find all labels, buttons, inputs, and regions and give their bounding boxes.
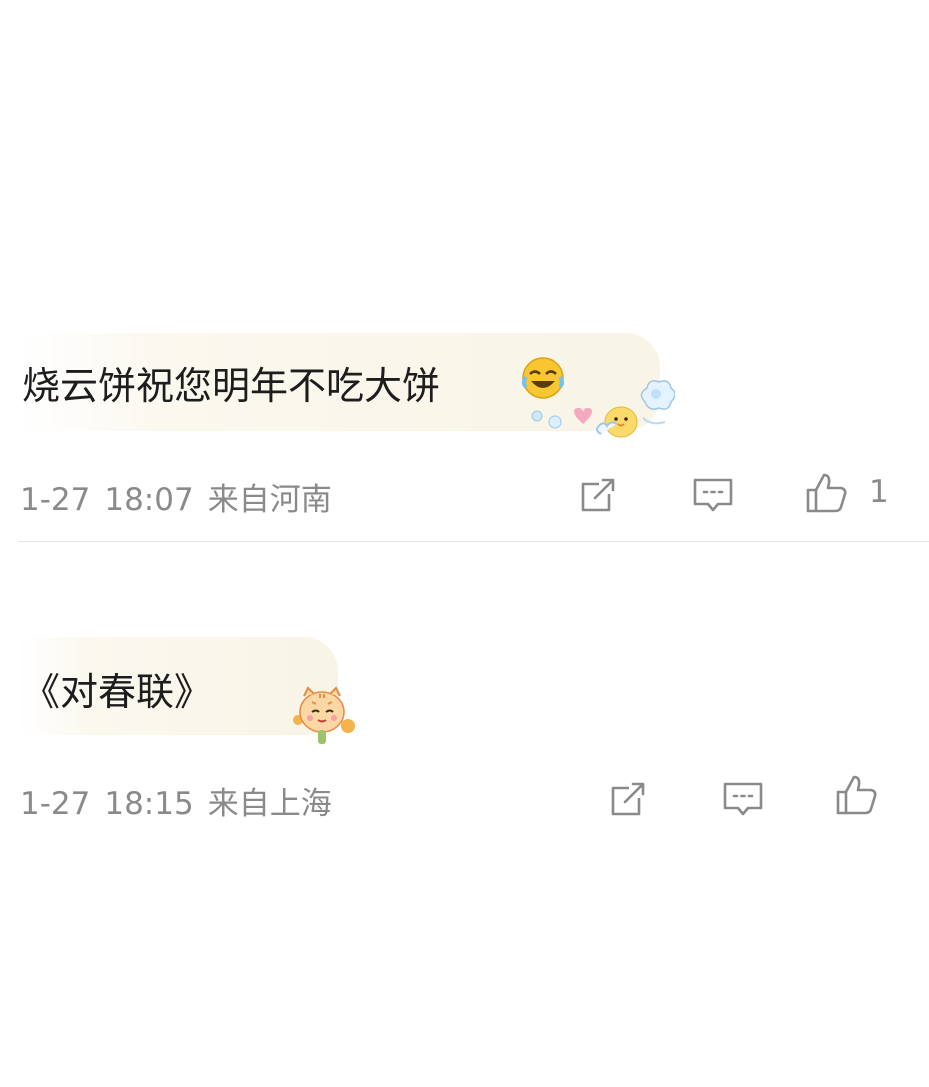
like-icon xyxy=(806,473,847,513)
comment-meta: 1-27 18:15 来自上海 xyxy=(20,778,346,823)
tiger-sticker-icon xyxy=(290,680,360,746)
comment-divider xyxy=(18,541,929,542)
comment-location: 来自上海 xyxy=(207,786,332,822)
comment-date: 1-27 xyxy=(20,482,91,518)
share-icon xyxy=(611,782,645,816)
like-button[interactable] xyxy=(803,470,849,516)
comment-text: 烧云饼祝您明年不吃大饼 xyxy=(22,364,441,408)
comment-time: 18:15 xyxy=(104,786,194,822)
share-button[interactable] xyxy=(575,472,621,518)
like-count: 1 xyxy=(869,474,889,510)
comment-icon xyxy=(693,478,733,512)
share-icon xyxy=(581,478,615,512)
comment-time: 18:07 xyxy=(104,482,194,518)
comment-location: 来自河南 xyxy=(207,482,332,518)
like-button[interactable] xyxy=(833,772,879,818)
comment-text: 《对春联》 xyxy=(22,670,213,714)
duck-cloud-sticker-icon xyxy=(525,372,676,444)
comment-meta: 1-27 18:07 来自河南 xyxy=(20,474,346,519)
comment-button[interactable] xyxy=(720,776,766,822)
comment-button[interactable] xyxy=(690,472,736,518)
like-icon xyxy=(836,775,877,815)
share-button[interactable] xyxy=(605,776,651,822)
comment-icon xyxy=(723,782,763,816)
comment-date: 1-27 xyxy=(20,786,91,822)
